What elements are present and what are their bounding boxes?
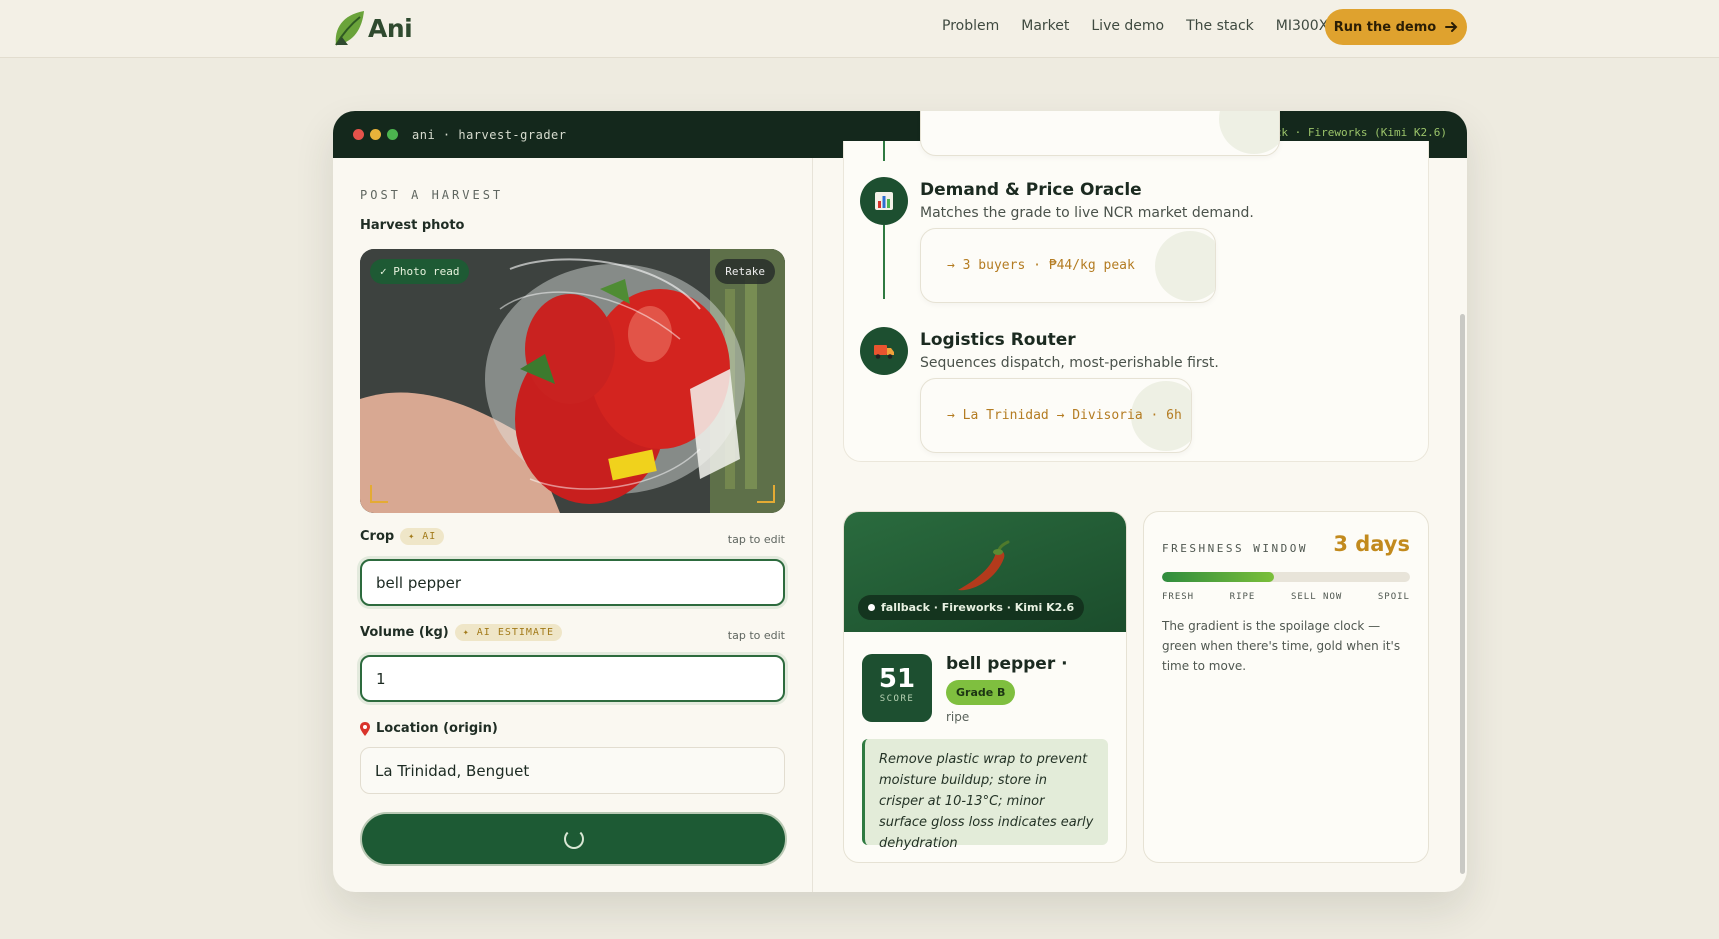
nav-link-stack[interactable]: The stack: [1186, 18, 1254, 34]
pepper-photo-image: [360, 249, 785, 513]
model-status-pill: fallback · Fireworks · Kimi K2.6: [858, 595, 1085, 620]
oracle-output-text: → 3 buyers · ₱44/kg peak: [947, 258, 1135, 273]
freshness-note: The gradient is the spoilage clock — gre…: [1162, 619, 1401, 673]
hero-status-text: fallback · Fireworks · Kimi K2.6: [881, 601, 1075, 614]
volume-label-row: Volume (kg) ✦ AI ESTIMATE: [360, 624, 562, 641]
top-nav: Ani Problem Market Live demo The stack M…: [0, 0, 1719, 58]
loading-spinner-icon: [564, 829, 584, 849]
graded-crop-name: bell pepper ·: [946, 654, 1068, 674]
step-desc-router: Sequences dispatch, most-perishable firs…: [920, 355, 1219, 371]
volume-input[interactable]: [360, 655, 785, 702]
stage-sell-now: SELL NOW: [1290, 592, 1343, 602]
photo-read-badge: ✓ Photo read: [370, 259, 470, 284]
ai-chip: ✦ AI: [400, 528, 445, 545]
crop-tap-hint: tap to edit: [727, 533, 785, 546]
retake-button[interactable]: Retake: [715, 259, 775, 284]
leaf-icon: [335, 11, 364, 46]
nav-link-live-demo[interactable]: Live demo: [1091, 18, 1164, 34]
nav-link-market[interactable]: Market: [1021, 18, 1069, 34]
harvest-photo[interactable]: ✓ Photo read Retake: [360, 249, 785, 513]
previous-step-output: [920, 111, 1280, 156]
step-desc-oracle: Matches the grade to live NCR market dem…: [920, 205, 1254, 221]
stage-spoil: SPOIL: [1377, 592, 1410, 602]
crop-label-row: Crop ✦ AI: [360, 528, 445, 545]
location-label: Location (origin): [376, 721, 498, 736]
timeline-line: [883, 225, 885, 299]
brand-logo[interactable]: Ani: [332, 9, 413, 47]
ripeness-text: ripe: [946, 710, 970, 724]
volume-tap-hint: tap to edit: [727, 629, 785, 642]
harvest-form: POST A HARVEST Harvest photo ✓ Photo rea…: [333, 158, 813, 892]
grade-badge: Grade B: [946, 680, 1016, 705]
step-output-router: → La Trinidad → Divisoria · 6h: [920, 378, 1192, 453]
location-label-row: Location (origin): [360, 721, 498, 736]
crop-label: Crop: [360, 529, 395, 544]
step-output-oracle: → 3 buyers · ₱44/kg peak: [920, 228, 1216, 303]
chili-pepper-icon: [958, 540, 1010, 591]
grade-card: fallback · Fireworks · Kimi K2.6 51 SCOR…: [843, 511, 1127, 863]
frame-corner-icon: [370, 485, 388, 503]
agent-pipeline: Demand & Price Oracle Matches the grade …: [843, 111, 1429, 462]
stage-fresh: FRESH: [1162, 592, 1195, 602]
submit-harvest-button[interactable]: [360, 812, 787, 866]
timeline-line: [883, 141, 885, 161]
frame-corner-icon: [757, 485, 775, 503]
freshness-eyebrow: FRESHNESS WINDOW: [1162, 542, 1308, 555]
run-demo-label: Run the demo: [1333, 19, 1437, 35]
pin-icon: [360, 721, 370, 736]
score-badge: 51 SCORE: [862, 654, 932, 722]
arrow-right-icon: [1445, 22, 1458, 32]
stage-ripe: RIPE: [1229, 592, 1256, 602]
photo-label: Harvest photo: [360, 218, 465, 233]
step-title-router: Logistics Router: [920, 330, 1076, 350]
ai-estimate-chip: ✦ AI ESTIMATE: [454, 624, 562, 641]
crop-input[interactable]: [360, 559, 785, 606]
location-input[interactable]: [360, 747, 785, 794]
freshness-card: FRESHNESS WINDOW 3 days FRESH RIPE SELL …: [1143, 511, 1429, 863]
glow: [1155, 231, 1215, 301]
nav-link-problem[interactable]: Problem: [942, 18, 999, 34]
freshness-days: 3 days: [1333, 532, 1410, 556]
close-dot-icon[interactable]: [353, 129, 364, 140]
nav-links: Problem Market Live demo The stack MI300…: [942, 18, 1350, 34]
router-output-text: → La Trinidad → Divisoria · 6h: [947, 408, 1182, 423]
truck-glyph: [874, 345, 894, 359]
brand-name: Ani: [368, 13, 413, 43]
maximize-dot-icon[interactable]: [387, 129, 398, 140]
app-window: ani · harvest-grader fallback · Firework…: [333, 111, 1467, 892]
truck-icon: [860, 327, 908, 375]
chart-icon: [860, 177, 908, 225]
status-dot-icon: [868, 604, 875, 611]
volume-label: Volume (kg): [360, 625, 449, 640]
window-title: ani · harvest-grader: [412, 127, 567, 142]
freshness-bar: [1162, 572, 1410, 582]
storage-tip: Remove plastic wrap to prevent moisture …: [862, 739, 1108, 851]
run-demo-button[interactable]: Run the demo: [1325, 9, 1467, 45]
freshness-stages: FRESH RIPE SELL NOW SPOIL: [1162, 592, 1410, 602]
scrollbar[interactable]: [1460, 314, 1465, 874]
minimize-dot-icon[interactable]: [370, 129, 381, 140]
score-label: SCORE: [879, 694, 915, 704]
bar-chart-glyph: [875, 192, 893, 210]
nav-link-mi300x[interactable]: MI300X: [1276, 18, 1329, 34]
grade-hero: fallback · Fireworks · Kimi K2.6: [844, 512, 1126, 632]
glow: [1219, 111, 1279, 154]
score-value: 51: [878, 664, 916, 694]
step-title-oracle: Demand & Price Oracle: [920, 180, 1142, 200]
form-eyebrow: POST A HARVEST: [360, 188, 504, 202]
freshness-bar-fill: [1162, 572, 1274, 582]
